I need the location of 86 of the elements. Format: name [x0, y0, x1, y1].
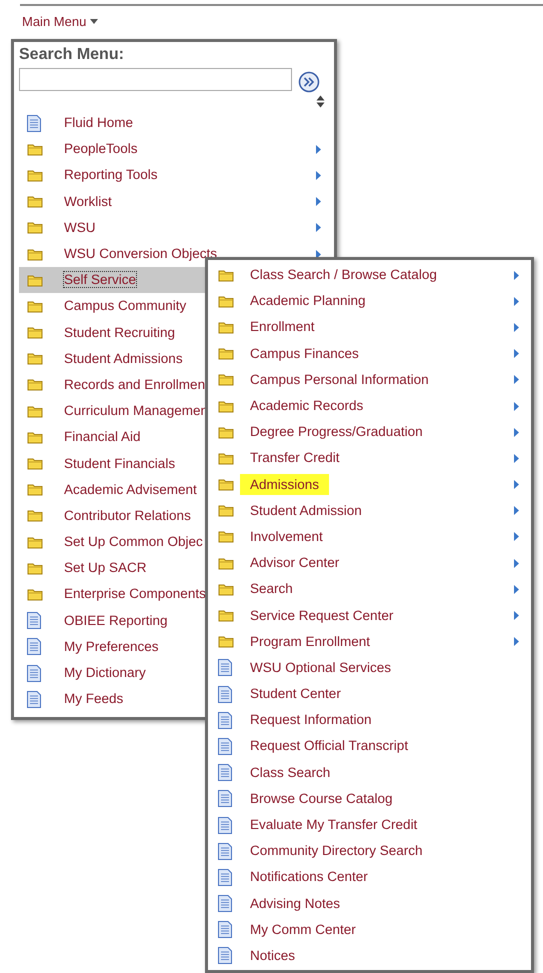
document-icon: [218, 712, 232, 729]
folder-icon: [27, 300, 43, 313]
folder-icon: [218, 320, 234, 334]
document-icon: [218, 868, 232, 886]
folder-icon: [27, 274, 43, 287]
folder-icon: [218, 400, 234, 413]
folder-icon: [27, 352, 43, 366]
folder-icon: [218, 530, 234, 544]
menu-item[interactable]: Worklist: [19, 188, 329, 215]
submenu-item[interactable]: Academic Records: [218, 392, 531, 420]
document-icon: [27, 612, 41, 630]
submenu-item[interactable]: My Comm Center: [218, 916, 531, 943]
submenu-item[interactable]: Involvement: [218, 524, 531, 550]
folder-icon: [27, 536, 43, 549]
folder-icon: [218, 268, 234, 282]
folder-icon: [27, 248, 43, 261]
menu-item[interactable]: WSU: [19, 214, 329, 241]
submenu-item[interactable]: Enrollment: [218, 314, 531, 341]
submenu-item[interactable]: Degree Progress/Graduation: [218, 419, 531, 446]
submenu-item[interactable]: Notices: [218, 942, 531, 970]
submenu-item[interactable]: Transfer Credit: [218, 445, 531, 472]
submenu-item[interactable]: Search: [218, 576, 531, 602]
submenu-item[interactable]: Campus Finances: [218, 340, 531, 367]
document-icon: [27, 690, 41, 708]
document-icon: [218, 738, 232, 755]
document-icon: [218, 921, 232, 938]
submenu-item[interactable]: Request Official Transcript: [218, 733, 531, 760]
search-go-icon[interactable]: [298, 71, 320, 93]
folder-icon: [27, 142, 43, 156]
folder-icon: [218, 478, 234, 492]
document-icon: [27, 114, 41, 132]
submenu-item[interactable]: Community Directory Search: [218, 838, 531, 864]
search-field[interactable]: [19, 68, 292, 90]
submenu-item[interactable]: Student Admission: [218, 498, 531, 524]
submenu-item[interactable]: Program Enrollment: [218, 628, 531, 655]
sort-icon[interactable]: [316, 95, 325, 108]
document-icon: [27, 664, 41, 682]
folder-icon: [27, 221, 43, 234]
folder-icon: [27, 195, 43, 208]
submenu-item[interactable]: Notifications Center: [218, 864, 531, 890]
menu-item[interactable]: Fluid Home: [19, 110, 329, 136]
folder-icon: [27, 457, 43, 470]
folder-icon: [27, 326, 43, 340]
folder-icon: [27, 509, 43, 522]
submenu-item[interactable]: WSU Optional Services: [218, 654, 531, 681]
submenu-item[interactable]: Evaluate My Transfer Credit: [218, 812, 531, 838]
folder-icon: [27, 430, 43, 444]
search-menu-label: Search Menu:: [19, 45, 125, 65]
folder-icon: [218, 635, 234, 648]
folder-icon: [27, 404, 43, 418]
submenu-item[interactable]: Student Center: [218, 681, 531, 708]
submenu-item[interactable]: Admissions: [218, 472, 531, 498]
caret-icon: [90, 19, 98, 24]
folder-icon: [218, 582, 234, 596]
folder-icon: [218, 556, 234, 570]
document-icon: [218, 764, 232, 782]
document-icon: [218, 816, 232, 834]
submenu-item[interactable]: Service Request Center: [218, 602, 531, 629]
submenu-item[interactable]: Advising Notes: [218, 890, 531, 917]
submenu-item[interactable]: Advisor Center: [218, 550, 531, 576]
submenu-item[interactable]: Browse Course Catalog: [218, 786, 531, 812]
document-icon: [27, 638, 41, 656]
document-icon: [218, 659, 232, 676]
folder-icon: [218, 504, 234, 518]
folder-icon: [27, 562, 43, 575]
folder-icon: [27, 483, 43, 496]
folder-icon: [218, 294, 234, 308]
folder-icon: [218, 452, 234, 465]
document-icon: [218, 895, 232, 912]
document-icon: [218, 842, 232, 860]
submenu-item[interactable]: Class Search: [218, 760, 531, 786]
menu-item[interactable]: PeopleTools: [19, 136, 329, 162]
document-icon: [218, 790, 232, 808]
folder-icon: [218, 347, 234, 360]
document-icon: [218, 947, 232, 964]
menu-item[interactable]: Reporting Tools: [19, 162, 329, 189]
folder-icon: [218, 426, 234, 439]
submenu-item[interactable]: Request Information: [218, 707, 531, 734]
folder-icon: [218, 373, 234, 386]
folder-icon: [27, 168, 43, 182]
submenu-item[interactable]: Campus Personal Information: [218, 366, 531, 393]
main-menu-link[interactable]: Main Menu: [22, 12, 98, 32]
folder-icon: [27, 588, 43, 601]
folder-icon: [218, 609, 234, 622]
folder-icon: [27, 378, 43, 392]
document-icon: [218, 686, 232, 703]
